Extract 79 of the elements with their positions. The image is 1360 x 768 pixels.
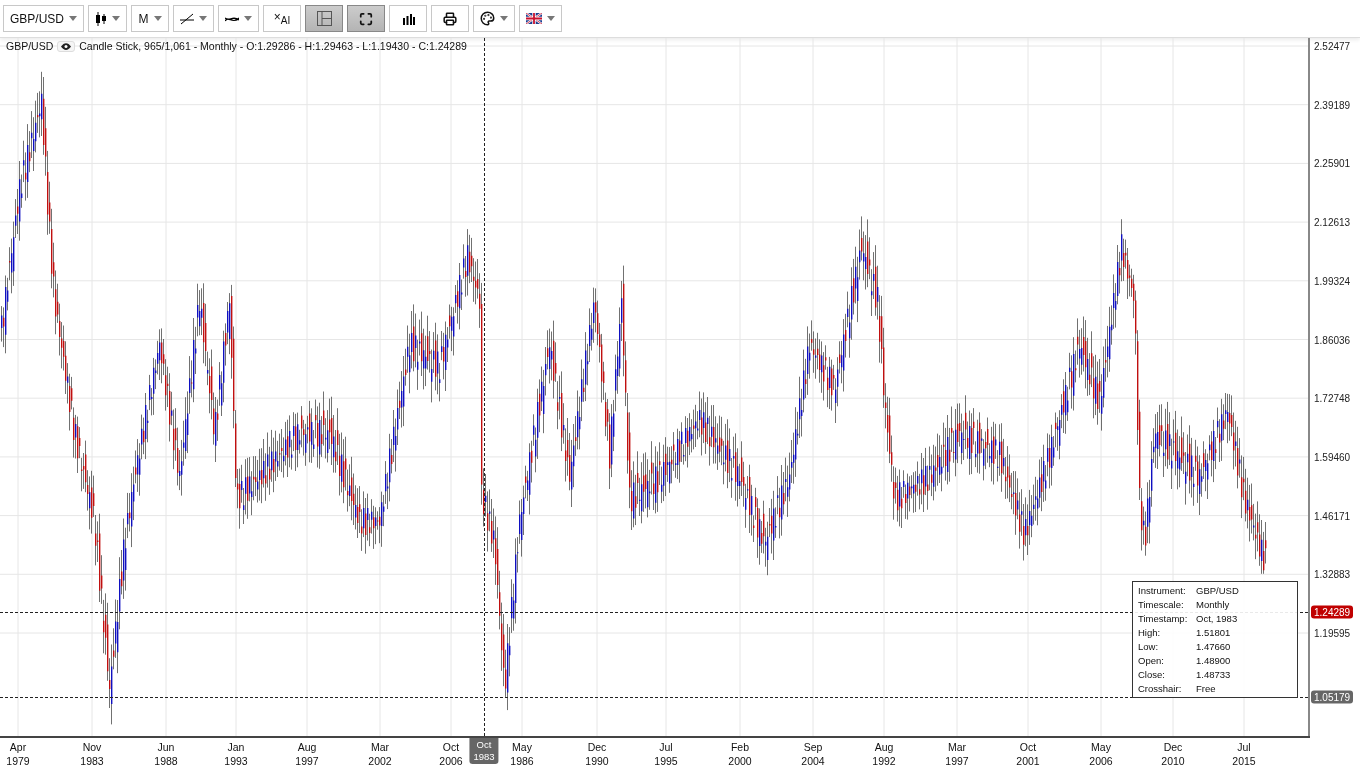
date-tick: Mar 1997 <box>945 740 969 768</box>
info-value: GBP/USD <box>1196 585 1240 596</box>
price-tick: 2.12613 <box>1314 216 1351 228</box>
date-tick: Sep 2004 <box>801 740 825 768</box>
date-tick: Oct 2001 <box>1016 740 1040 768</box>
info-label: Low: <box>1138 641 1160 652</box>
caret-icon <box>199 16 207 21</box>
palette-icon <box>480 11 495 26</box>
fullscreen-icon <box>359 11 373 26</box>
chart-summary: Candle Stick, 965/1,061 - Monthly - O:1.29286 - H:1.29463 - L:1.19430 - C:1.24289 <box>79 40 467 52</box>
info-value: Free <box>1196 683 1217 694</box>
date-tick: May 1986 <box>510 740 534 768</box>
date-tick: Jul 2015 <box>1232 740 1256 768</box>
info-value: Monthly <box>1196 599 1231 610</box>
date-tick: Aug 1992 <box>872 740 896 768</box>
info-value: Oct, 1983 <box>1196 613 1239 624</box>
last-price-tag: 1.24289 <box>1311 605 1354 619</box>
trend-line-icon <box>180 12 194 25</box>
flag-icon <box>526 13 542 24</box>
price-tick: 1.99324 <box>1314 275 1351 287</box>
date-tick: Dec 1990 <box>585 740 609 768</box>
bar-chart-icon <box>401 12 415 25</box>
symbol-label: GBP/USD <box>6 40 54 52</box>
info-label: Timescale: <box>1138 599 1185 610</box>
price-tick: 1.86036 <box>1314 334 1351 345</box>
price-tick: 1.19595 <box>1314 627 1351 639</box>
info-label: Timestamp: <box>1138 613 1189 624</box>
language-dropdown[interactable] <box>519 5 562 32</box>
grid-icon <box>316 11 332 26</box>
date-tick: Nov 1983 <box>80 740 104 768</box>
print-button[interactable] <box>431 5 469 32</box>
printer-icon <box>443 11 457 26</box>
info-label: Close: <box>1138 669 1166 680</box>
info-label: Crosshair: <box>1138 683 1183 694</box>
date-tick: Apr 1979 <box>6 740 30 768</box>
price-tick: 2.52477 <box>1314 40 1351 52</box>
caret-icon <box>244 16 252 21</box>
clear-all-button[interactable]: ×$_{AI}$ <box>263 5 301 32</box>
fullscreen-button[interactable] <box>347 5 385 32</box>
date-tick: May 2006 <box>1089 740 1113 768</box>
info-label: Instrument: <box>1138 585 1187 596</box>
info-value: 1.48733 <box>1196 669 1232 680</box>
visibility-toggle[interactable] <box>57 40 76 52</box>
info-label: Open: <box>1138 655 1165 666</box>
info-label: High: <box>1138 627 1162 638</box>
candlestick-icon <box>95 11 107 26</box>
date-tick: Dec 2010 <box>1161 740 1185 768</box>
drawing-tools-dropdown[interactable] <box>173 5 214 32</box>
price-tick: 1.32883 <box>1314 568 1351 580</box>
price-tick: 1.72748 <box>1314 392 1351 404</box>
price-tick: 1.59460 <box>1314 451 1351 463</box>
crosshair-price-tag: 1.05179 <box>1311 690 1354 704</box>
grid-toggle-button[interactable] <box>305 5 343 32</box>
price-tick: 2.39189 <box>1314 99 1351 111</box>
info-value: 1.51801 <box>1196 627 1232 638</box>
caret-icon <box>500 16 508 21</box>
indicators-dropdown[interactable] <box>218 5 259 32</box>
timescale-dropdown[interactable]: M <box>131 5 169 32</box>
date-tick: Jan 1993 <box>224 740 248 768</box>
caret-icon <box>153 16 162 21</box>
crosshair-date-tag: Oct 1983 <box>469 738 499 764</box>
info-value: 1.47660 <box>1196 641 1232 652</box>
caret-icon <box>69 16 77 21</box>
date-tick: Feb 2000 <box>728 740 752 768</box>
price-tick: 1.46171 <box>1314 510 1351 522</box>
symbol-dropdown[interactable]: GBP/USD <box>3 5 84 32</box>
info-value: 1.48900 <box>1196 655 1232 666</box>
price-tick: 2.25901 <box>1314 157 1351 169</box>
date-tick: Mar 2002 <box>368 740 392 768</box>
date-tick: Jun 1988 <box>154 740 178 768</box>
eye-icon <box>61 42 72 50</box>
chart-type-dropdown[interactable] <box>88 5 127 32</box>
volume-button[interactable] <box>389 5 427 32</box>
date-tick: Oct 2006 <box>439 740 463 768</box>
caret-icon <box>112 16 120 21</box>
date-tick: Jul 1995 <box>654 740 678 768</box>
theme-dropdown[interactable] <box>473 5 515 32</box>
caret-icon <box>547 16 555 21</box>
date-tick: Aug 1997 <box>295 740 319 768</box>
